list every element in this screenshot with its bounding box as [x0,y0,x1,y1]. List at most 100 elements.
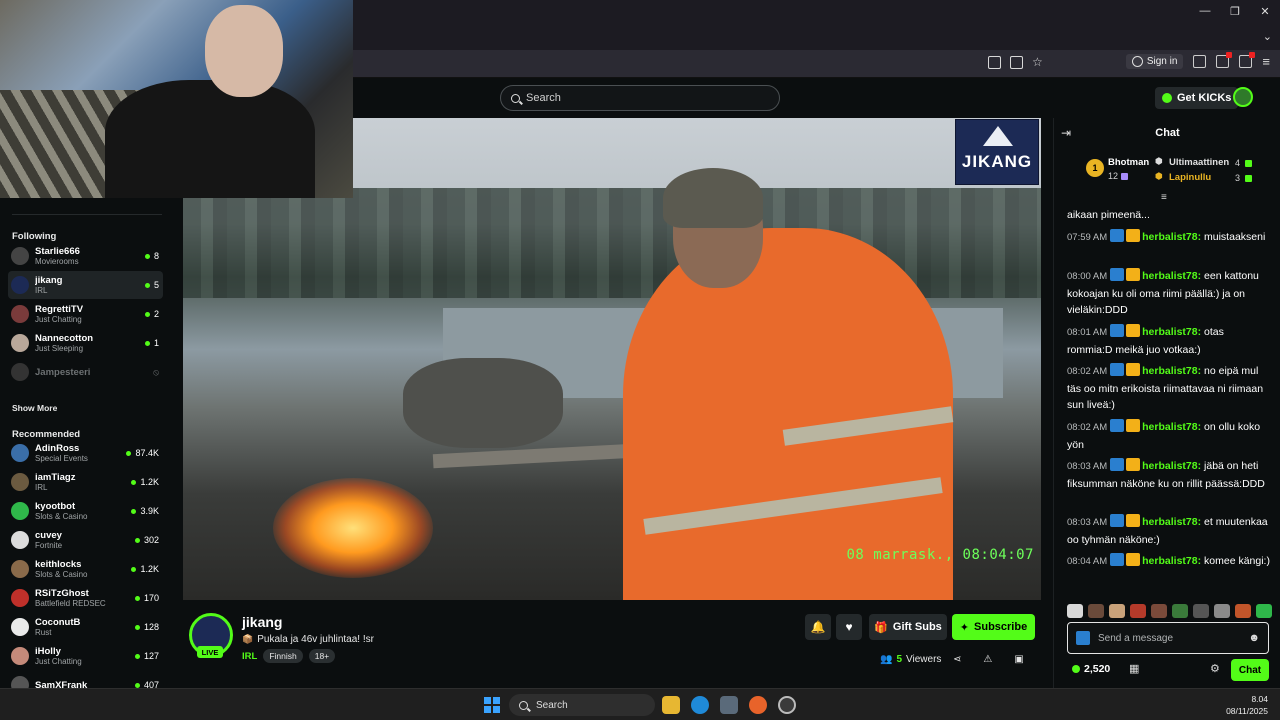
tag-language[interactable]: Finnish [263,649,303,663]
bookmark-star-icon[interactable]: ☆ [1032,56,1043,69]
sidebar-item-following[interactable]: jikang IRL 5 [8,271,163,299]
live-dot-icon [144,311,150,317]
follow-button[interactable]: ♥ [836,614,862,640]
chat-message-input[interactable]: Send a message ☻ [1067,622,1269,654]
sign-in-button[interactable]: Sign in [1125,54,1184,69]
message-username[interactable]: herbalist78 [1142,516,1197,528]
store-app-icon[interactable] [720,696,738,714]
leaderboard-user-1[interactable]: Bhotman [1108,157,1149,168]
sidebar-item-recommended[interactable]: iHolly Just Chatting 127 [8,642,163,670]
browser-menu-icon[interactable]: ≡ [1262,54,1270,69]
report-icon[interactable]: ⚠ [983,654,992,665]
sidebar-item-recommended[interactable]: kyootbot Slots & Casino 3.9K [8,497,163,525]
clip-icon[interactable]: ▣ [1014,654,1023,665]
emote-icon[interactable] [1151,604,1167,618]
close-icon[interactable]: ✕ [1250,0,1280,22]
avatar [11,247,29,265]
category-link[interactable]: IRL [242,651,257,662]
emote-icon[interactable] [1172,604,1188,618]
message-timestamp: 08:04 AM [1067,556,1108,567]
app-icon[interactable] [778,696,796,714]
subscribe-button[interactable]: ✦ Subscribe [952,614,1035,640]
get-kicks-label: Get KICKs [1177,92,1232,104]
edge-browser-icon[interactable] [691,696,709,714]
gift-subs-button[interactable]: 🎁 Gift Subs [869,614,947,640]
show-more-link[interactable]: Show More [12,403,57,413]
save-page-icon[interactable] [1010,56,1023,69]
following-heading: Following [12,231,57,242]
channel-name[interactable]: jikang [242,614,282,630]
sidebar-item-recommended[interactable]: CoconutB Rust 128 [8,613,163,641]
share-icon[interactable]: ⋖ [953,654,961,665]
sidebar-item-following[interactable]: Jampesteeri ⦸ [8,358,163,386]
sidebar-item-recommended[interactable]: keithlocks Slots & Casino 1.2K [8,555,163,583]
message-username[interactable]: herbalist78 [1142,555,1197,567]
sidebar-item-recommended[interactable]: RSiTzGhost Battlefield REDSEC 170 [8,584,163,612]
kicks-coin-icon [1162,93,1172,103]
search-placeholder: Search [526,92,561,104]
leaderboard-user-2[interactable]: Ultimaattinen [1169,157,1229,168]
emote-icon[interactable] [1235,604,1251,618]
sidebar-item-category: Battlefield REDSEC [35,599,106,608]
search-input[interactable]: Search [500,85,780,111]
tag-mature[interactable]: 18+ [308,649,336,663]
taskbar-clock[interactable]: 8.04 08/11/2025 [1226,693,1268,717]
sidebar-item-label: cuvey [35,530,62,541]
message-username[interactable]: herbalist78 [1142,231,1197,243]
emote-icon[interactable] [1256,604,1272,618]
chat-footer: 2,520 ▦ ⚙ Chat [1067,659,1269,681]
extension-icon-2[interactable] [1239,52,1256,68]
message-username[interactable]: herbalist78 [1142,365,1197,377]
sidebar-item-recommended[interactable]: AdinRoss Special Events 87.4K [8,439,163,467]
sidebar-item-recommended[interactable]: SamXFrank 407 [8,671,163,688]
subscriber-badge-icon [1110,458,1125,471]
message-username[interactable]: herbalist78 [1142,460,1197,472]
message-username[interactable]: herbalist78 [1142,270,1197,282]
sidebar-item-recommended[interactable]: cuvey Fortnite 302 [8,526,163,554]
video-timestamp: 08 marrask., 08:04:07 [846,547,1034,563]
chat-message: 08:03 AM herbalist78: et muutenkaa oo tyh… [1067,514,1272,548]
emote-icon[interactable] [1193,604,1209,618]
leaderboard-user-3[interactable]: Lapinullu [1169,172,1211,183]
settings-gear-icon[interactable]: ⚙ [1210,662,1220,675]
emoji-picker-icon[interactable]: ☻ [1248,632,1260,644]
message-username[interactable]: herbalist78 [1142,326,1197,338]
notification-bell-button[interactable]: 🔔 [805,614,831,640]
message-username[interactable]: herbalist78 [1142,421,1197,433]
gift-icon [1245,160,1252,167]
get-kicks-button[interactable]: Get KICKs [1155,87,1239,109]
firefox-icon[interactable] [749,696,767,714]
minimize-icon[interactable]: — [1190,0,1220,22]
sidebar-item-category: IRL [35,483,48,492]
store-icon[interactable]: ▦ [1129,662,1139,675]
taskbar-search[interactable]: Search [509,694,655,716]
sidebar-item-following[interactable]: Nannecotton Just Sleeping 1 [8,329,163,357]
file-explorer-icon[interactable] [662,696,680,714]
chat-send-button[interactable]: Chat [1231,659,1269,681]
restore-icon[interactable]: ❐ [1220,0,1250,22]
picture-in-picture-icon[interactable] [988,56,1001,69]
message-text: muistaakseni [1204,231,1266,243]
emote-icon[interactable] [1067,604,1083,618]
tab-list-chevron-icon[interactable]: ⌄ [1263,30,1272,43]
live-dot-icon [144,340,150,346]
emote-icon[interactable] [1088,604,1104,618]
live-dot-icon [134,537,140,543]
emote-icon[interactable] [1130,604,1146,618]
emote-icon[interactable] [1109,604,1125,618]
sidebar-item-following[interactable]: RegrettiTV Just Chatting 2 [8,300,163,328]
windows-start-icon[interactable] [484,697,500,713]
sidebar-item-label: RegrettiTV [35,304,84,315]
offline-icon: ⦸ [153,366,159,377]
emote-icon[interactable] [1214,604,1230,618]
emote-bar [1067,604,1277,618]
viewer-count-value: 5 [153,280,159,290]
sidebar-item-following[interactable]: Starlie666 Movierooms 8 [8,242,163,270]
sidebar-item-recommended[interactable]: iamTiagz IRL 1.2K [8,468,163,496]
kicks-balance[interactable]: 2,520 [1072,663,1110,675]
user-avatar[interactable] [1233,87,1253,107]
extension-icon-1[interactable] [1216,52,1233,68]
extensions-icon[interactable] [1193,55,1207,68]
viewer-count-value: 8 [153,251,159,261]
leaderboard-count-2: 4 [1235,158,1241,168]
